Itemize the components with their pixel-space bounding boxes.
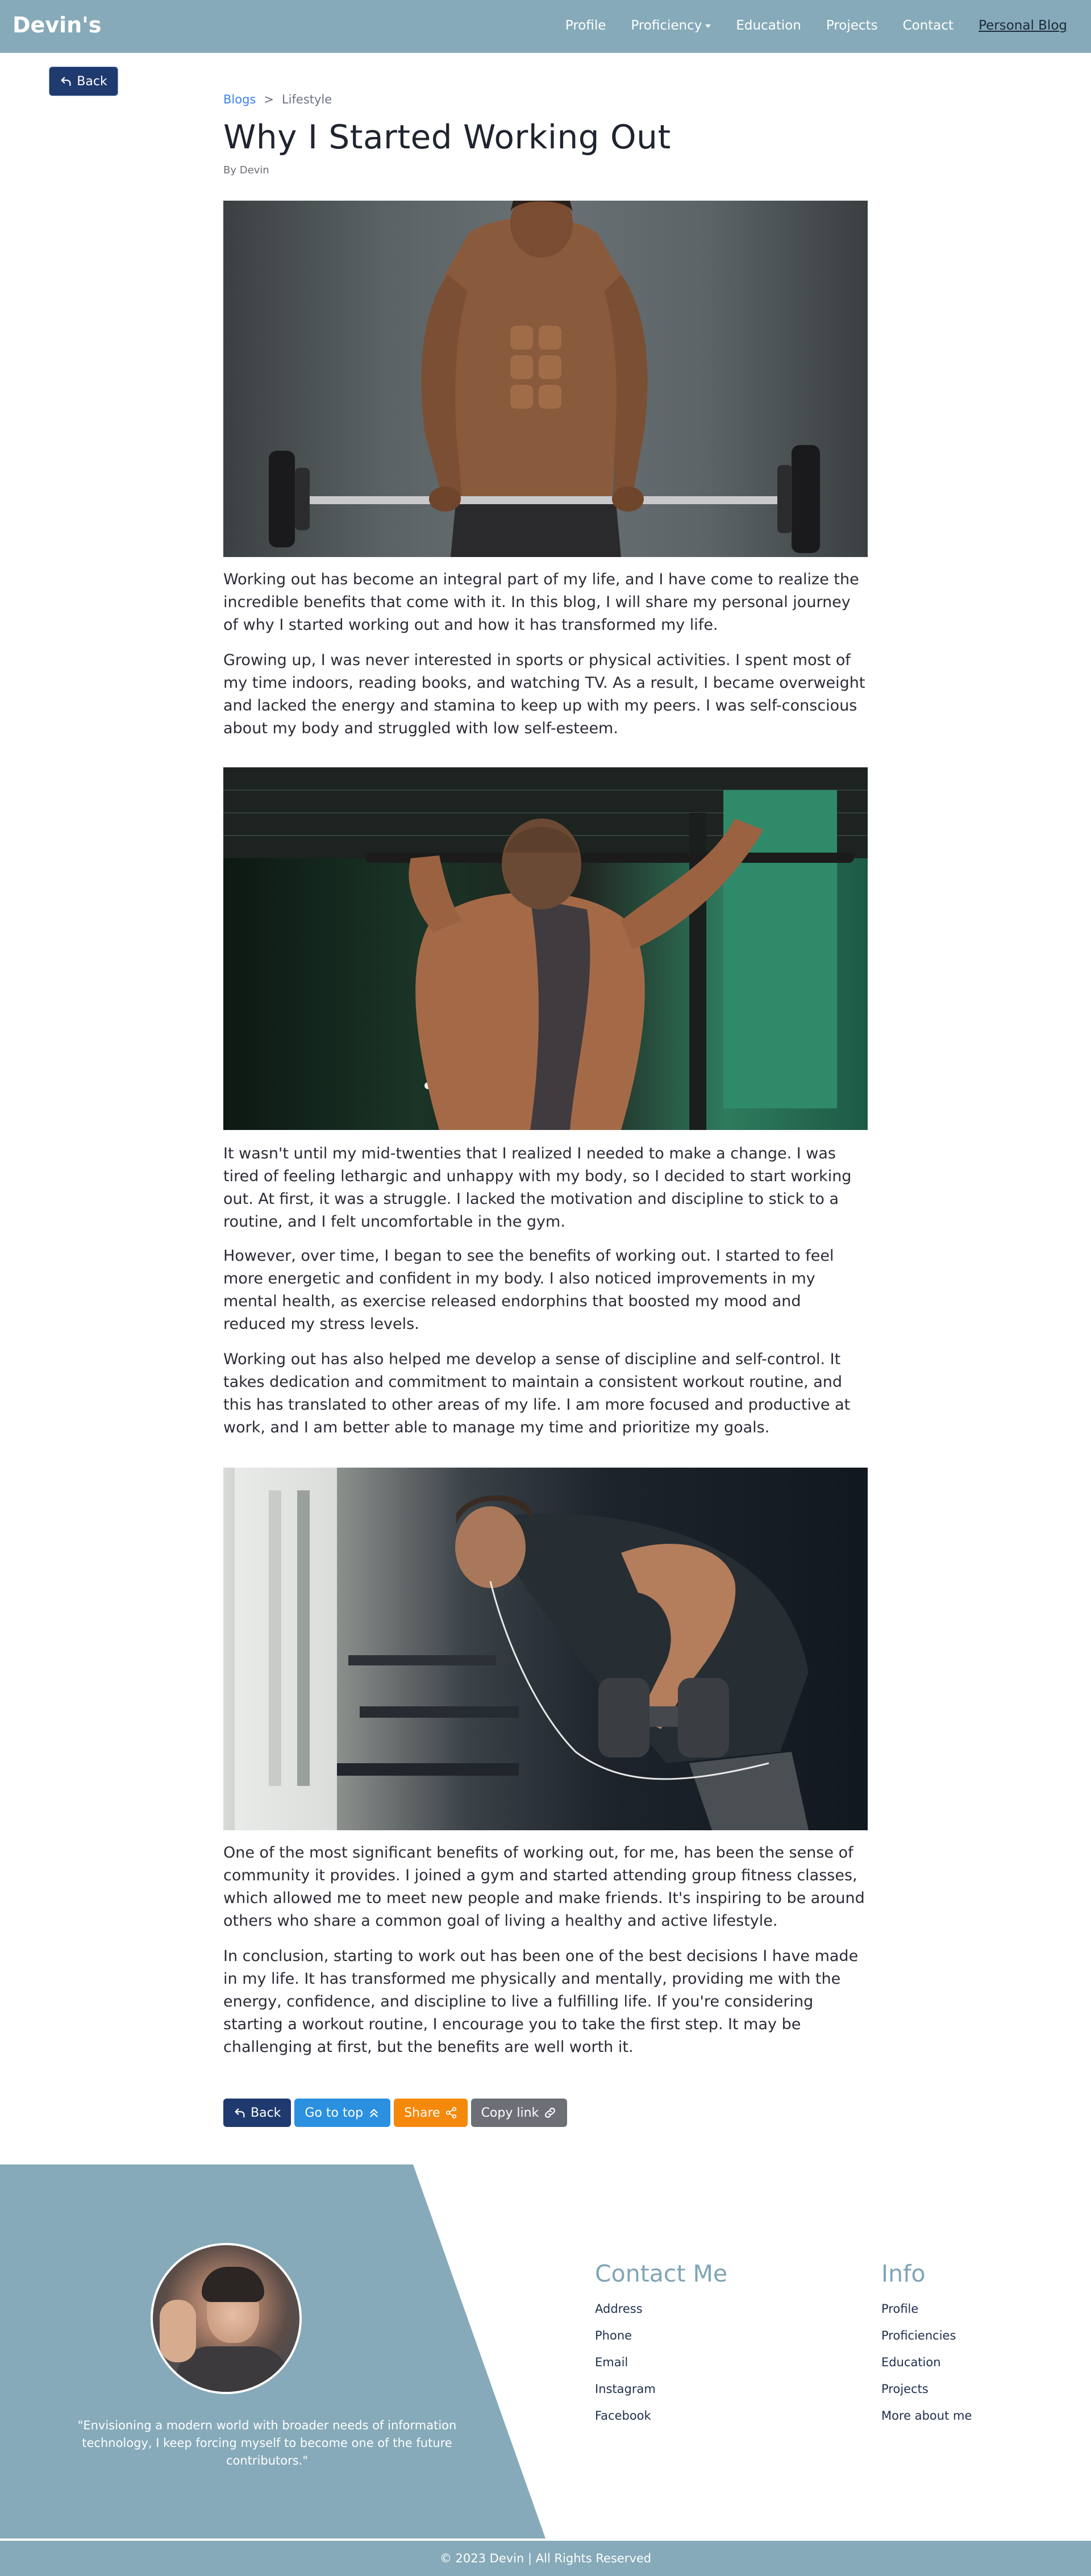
article-header: Blogs > Lifestyle Why I Started Working … [223,93,868,176]
back-button-top[interactable]: Back [49,67,118,96]
nav-link-education[interactable]: Education [736,18,801,33]
author-byline: By Devin [223,164,269,176]
article-paragraph: However, over time, I began to see the b… [223,1247,834,1333]
back-button-label: Back [251,2105,281,2120]
back-arrow-icon [60,75,72,88]
copy-link-button[interactable]: Copy link [470,2099,568,2127]
brand-logo[interactable]: Devin's [13,13,101,38]
breadcrumb-current: Lifestyle [281,93,332,106]
breadcrumb: Blogs > Lifestyle [223,93,868,106]
copy-link-label: Copy link [481,2105,539,2120]
footer-link-projects[interactable]: Projects [881,2382,972,2396]
footer-quote: "Envisioning a modern world with broader… [77,2419,457,2467]
share-icon [445,2106,457,2119]
article-paragraph: Growing up, I was never interested in sp… [223,651,865,737]
navbar: Devin's Profile Proficiency Education Pr… [0,0,1091,53]
breadcrumb-separator: > [264,93,274,106]
back-button-label: Back [77,74,107,89]
avatar [151,2243,302,2394]
footer-link-facebook[interactable]: Facebook [595,2409,727,2423]
article-paragraph: Working out has become an integral part … [223,571,859,634]
nav-link-projects[interactable]: Projects [826,18,878,33]
footer-link-address[interactable]: Address [595,2302,727,2316]
footer-link-profile[interactable]: Profile [881,2302,972,2316]
article-image-dumbbell [223,1468,868,1830]
footer-link-more-about-me[interactable]: More about me [881,2409,972,2423]
article-paragraph: It wasn't until my mid-twenties that I r… [223,1145,852,1231]
footer-link-education[interactable]: Education [881,2355,972,2369]
back-arrow-icon [234,2106,246,2119]
nav-link-personal-blog[interactable]: Personal Blog [978,18,1067,33]
nav-link-profile[interactable]: Profile [565,18,606,33]
back-button[interactable]: Back [223,2099,292,2127]
article-paragraph: In conclusion, starting to work out has … [223,1947,859,2056]
article-paragraph: One of the most significant benefits of … [223,1844,865,1930]
double-chevron-up-icon [368,2106,380,2119]
footer-link-email[interactable]: Email [595,2355,727,2369]
article-paragraph: Working out has also helped me develop a… [223,1351,851,1436]
info-title: Info [881,2260,926,2287]
article-actions: Back Go to top Share Copy link [223,2099,568,2127]
share-button[interactable]: Share [394,2099,468,2127]
footer-info-column: Info Profile Proficiencies Education Pro… [881,2260,972,2436]
footer-link-proficiencies[interactable]: Proficiencies [881,2329,972,2342]
nav-dropdown-proficiency[interactable]: Proficiency [631,18,711,33]
page-title: Why I Started Working Out [223,118,671,156]
nav-link-contact[interactable]: Contact [903,18,953,33]
copyright-text: © 2023 Devin | All Rights Reserved [439,2552,652,2565]
go-to-top-button[interactable]: Go to top [294,2099,391,2127]
link-icon [543,2106,557,2120]
footer-link-instagram[interactable]: Instagram [595,2382,727,2396]
contact-title: Contact Me [595,2260,728,2287]
go-to-top-label: Go to top [305,2105,364,2120]
nav-links: Profile Proficiency Education Projects C… [565,18,1067,33]
breadcrumb-blogs-link[interactable]: Blogs [223,93,256,106]
article-image-barbell [223,201,868,557]
footer-link-phone[interactable]: Phone [595,2329,727,2342]
share-label: Share [404,2105,440,2120]
footer-contact-column: Contact Me Address Phone Email Instagram… [595,2260,727,2436]
article-image-pullup [223,767,868,1130]
copyright-bar: © 2023 Devin | All Rights Reserved [0,2541,1091,2576]
